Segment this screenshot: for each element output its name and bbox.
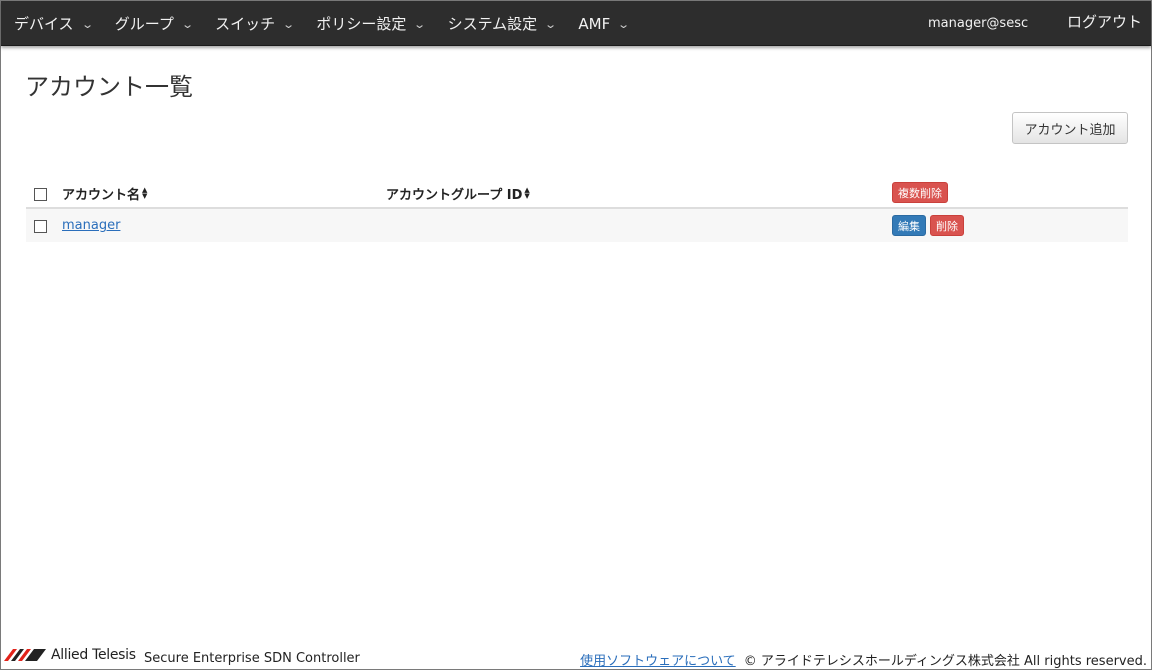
table-header: アカウント名 ▲ ▼ アカウントグループ ID ▲ ▼ 複数削除 [26,177,1128,209]
chevron-down-icon: ⌄ [181,18,194,31]
chevron-down-icon: ⌄ [282,18,296,31]
nav-item-label: システム設定 [447,15,538,33]
column-label: アカウントグループ ID [386,187,523,203]
nav-item-label: AMF [578,14,611,33]
nav-item-label: グループ [114,15,174,33]
nav-item-label: ポリシー設定 [316,15,407,33]
nav-item-devices[interactable]: デバイス ⌄ [1,1,102,46]
nav-item-system-settings[interactable]: システム設定 ⌄ [435,1,566,46]
column-header-account-name[interactable]: アカウント名 ▲ ▼ [62,177,147,209]
sort-icon: ▲ ▼ [142,186,148,200]
select-all-checkbox[interactable] [34,188,47,201]
logo-mark-icon [4,649,46,661]
software-info-link[interactable]: 使用ソフトウェアについて [580,650,736,669]
nav-item-amf[interactable]: AMF ⌄ [565,1,638,46]
nav-item-label: デバイス [14,15,74,33]
sort-icon: ▲ ▼ [524,186,530,200]
allied-telesis-logo: Allied Telesis [4,647,136,663]
product-name: Secure Enterprise SDN Controller [144,651,360,666]
chevron-down-icon: ⌄ [413,18,427,31]
table-row: manager 編集 削除 [26,209,1128,242]
account-name-link[interactable]: manager [62,209,120,242]
bulk-delete-button[interactable]: 複数削除 [892,182,948,203]
column-header-account-group-id[interactable]: アカウントグループ ID ▲ ▼ [386,177,530,209]
footer: Allied Telesis Secure Enterprise SDN Con… [1,641,1151,669]
column-label: アカウント名 [62,187,141,203]
edit-button[interactable]: 編集 [892,215,926,236]
nav-item-policy-settings[interactable]: ポリシー設定 ⌄ [303,1,434,46]
delete-button[interactable]: 削除 [930,215,964,236]
footer-right: 使用ソフトウェアについて © アライドテレシスホールディングス株式会社 All … [580,650,1147,669]
row-checkbox[interactable] [34,220,47,233]
top-navbar: デバイス ⌄ グループ ⌄ スイッチ ⌄ ポリシー設定 ⌄ システム設定 ⌄ A… [1,1,1151,46]
brand-name: Allied Telesis [51,647,136,663]
chevron-down-icon: ⌄ [80,18,94,31]
page-title: アカウント一覧 [25,73,193,101]
current-user: manager@sesc [928,16,1029,31]
nav-item-groups[interactable]: グループ ⌄ [102,1,202,46]
add-account-button[interactable]: アカウント追加 [1012,112,1128,144]
copyright-text: © アライドテレシスホールディングス株式会社 All rights reserv… [743,654,1147,669]
accounts-table: アカウント名 ▲ ▼ アカウントグループ ID ▲ ▼ 複数削除 manager 編… [26,177,1128,242]
chevron-down-icon: ⌄ [544,18,558,31]
logout-link[interactable]: ログアウト [1067,1,1142,42]
nav-item-label: スイッチ [215,15,276,33]
nav-item-switches[interactable]: スイッチ ⌄ [202,1,303,46]
chevron-down-icon: ⌄ [617,18,631,31]
nav-menu: デバイス ⌄ グループ ⌄ スイッチ ⌄ ポリシー設定 ⌄ システム設定 ⌄ A… [1,1,638,46]
